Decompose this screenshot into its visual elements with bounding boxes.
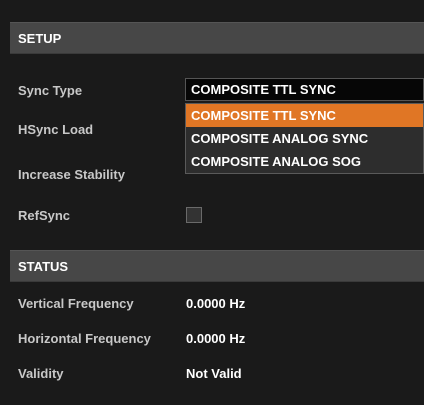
settings-panel: SETUP Sync Type COMPOSITE TTL SYNC COMPO… — [0, 0, 424, 405]
vertical-frequency-row: Vertical Frequency 0.0000 Hz — [18, 293, 424, 313]
vertical-frequency-label: Vertical Frequency — [18, 295, 134, 311]
status-section-header: STATUS — [10, 250, 424, 282]
refsync-checkbox[interactable] — [186, 207, 202, 223]
refsync-label: RefSync — [18, 207, 71, 223]
sync-type-option-composite-analog-sog[interactable]: COMPOSITE ANALOG SOG — [186, 150, 423, 173]
refsync-row: RefSync — [18, 205, 424, 225]
status-section-title: STATUS — [18, 258, 69, 274]
sync-type-selected-value: COMPOSITE TTL SYNC — [191, 82, 336, 97]
horizontal-frequency-value: 0.0000 Hz — [186, 330, 246, 346]
setup-section-header: SETUP — [10, 22, 424, 54]
validity-row: Validity Not Valid — [18, 363, 424, 383]
sync-type-option-composite-ttl[interactable]: COMPOSITE TTL SYNC — [186, 104, 423, 127]
vertical-frequency-value: 0.0000 Hz — [186, 295, 246, 311]
horizontal-frequency-label: Horizontal Frequency — [18, 330, 151, 346]
validity-value: Not Valid — [186, 365, 242, 381]
increase-stability-label: Increase Stability — [18, 166, 125, 182]
validity-label: Validity — [18, 365, 64, 381]
hsync-load-label: HSync Load — [18, 121, 94, 137]
sync-type-option-composite-analog-sync[interactable]: COMPOSITE ANALOG SYNC — [186, 127, 423, 150]
sync-type-select[interactable]: COMPOSITE TTL SYNC — [185, 78, 424, 101]
sync-type-dropdown-list: COMPOSITE TTL SYNC COMPOSITE ANALOG SYNC… — [185, 103, 424, 174]
setup-section-title: SETUP — [18, 30, 62, 46]
horizontal-frequency-row: Horizontal Frequency 0.0000 Hz — [18, 328, 424, 348]
sync-type-label: Sync Type — [18, 82, 83, 98]
